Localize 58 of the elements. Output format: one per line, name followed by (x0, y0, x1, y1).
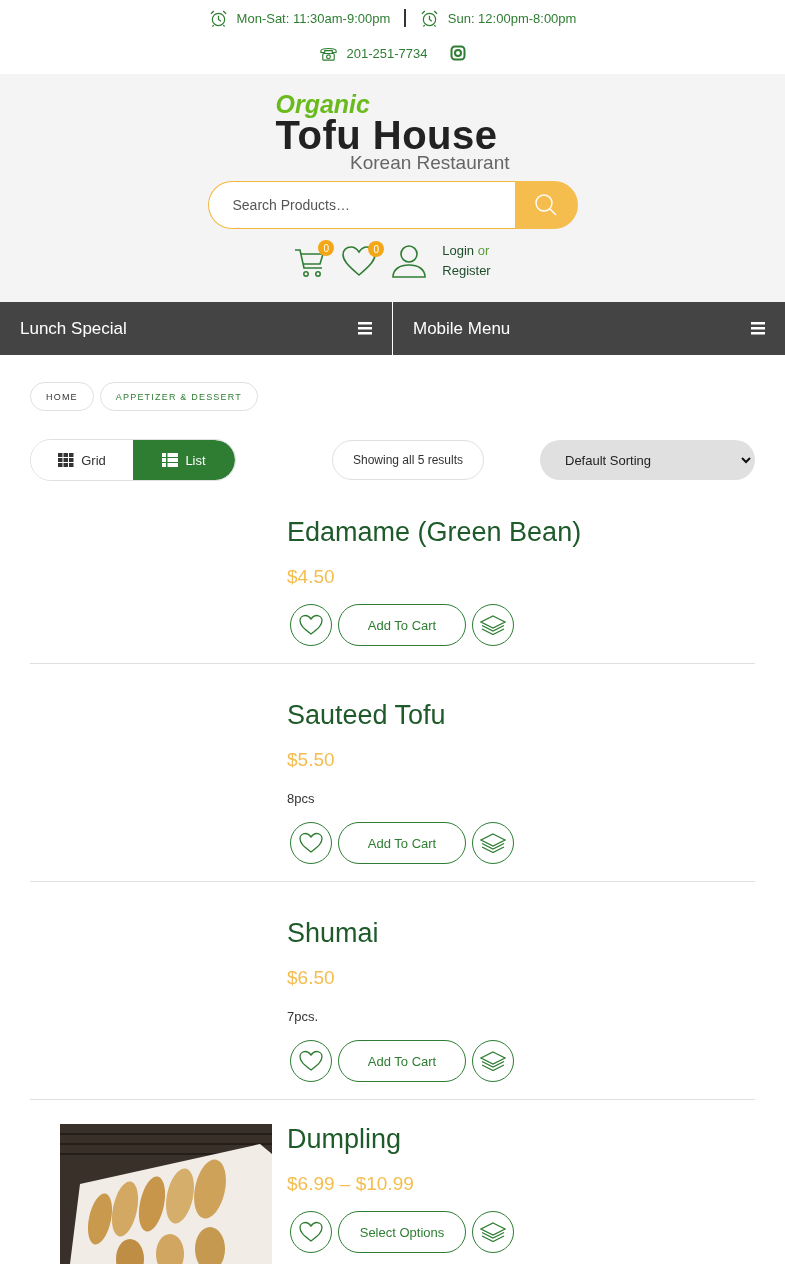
search-icon (534, 193, 558, 217)
product-price: $6.99 – $10.99 (287, 1173, 414, 1195)
product-title[interactable]: Edamame (Green Bean) (287, 517, 582, 548)
heart-icon (299, 614, 323, 636)
sorting-dropdown[interactable]: Default Sorting (540, 440, 755, 480)
product-description: 8pcs (287, 791, 315, 806)
product-title[interactable]: Dumpling (287, 1124, 402, 1155)
compare-button[interactable] (472, 1040, 514, 1082)
logo-subtitle: Korean Restaurant (350, 153, 510, 172)
add-to-cart-button[interactable]: Add To Cart (338, 1040, 466, 1082)
product-price: $4.50 (287, 566, 335, 588)
view-toggle-button[interactable]: List (133, 440, 235, 480)
heart-icon[interactable] (342, 245, 377, 277)
product-price: $6.50 (287, 967, 335, 989)
layers-icon (480, 615, 506, 635)
opening-hours: Sun: 12:00pm-8:00pm (447, 10, 577, 26)
phone-number[interactable]: 201-251-7734 (346, 45, 428, 61)
cart-count-badge: 0 (318, 240, 335, 256)
wishlist-count-badge: 0 (368, 241, 385, 257)
wishlist-button[interactable] (290, 1211, 332, 1253)
layers-icon (480, 1222, 506, 1242)
menu-title: Lunch Special (20, 318, 127, 339)
compare-button[interactable] (472, 822, 514, 864)
logo-tagline: Organic (275, 92, 371, 117)
layers-icon (480, 1051, 506, 1071)
compare-button[interactable] (472, 604, 514, 646)
list-icon (162, 453, 179, 467)
alarm-clock-icon (208, 9, 228, 27)
menu-icon (751, 322, 765, 335)
product-title[interactable]: Sauteed Tofu (287, 700, 446, 731)
menu-icon (358, 322, 372, 335)
search-field[interactable]: Search Products… (207, 181, 515, 229)
product-title[interactable]: Shumai (287, 918, 379, 949)
wishlist-button[interactable] (290, 604, 332, 646)
user-icon[interactable] (392, 244, 427, 278)
heart-icon (299, 1050, 323, 1072)
add-to-cart-button[interactable]: Add To Cart (338, 822, 466, 864)
grid-icon (58, 453, 75, 467)
product-description: 7pcs. (287, 1009, 319, 1024)
wishlist-button[interactable] (290, 822, 332, 864)
compare-button[interactable] (472, 1211, 514, 1253)
register-link[interactable]: Register (442, 263, 491, 278)
menu-bar[interactable]: Lunch Special (0, 302, 392, 355)
product-price: $5.50 (287, 749, 335, 771)
layers-icon (480, 833, 506, 853)
opening-hours: Mon-Sat: 11:30am-9:00pm (236, 10, 391, 26)
alarm-clock-icon (419, 9, 439, 27)
add-to-cart-button[interactable]: Select Options (338, 1211, 466, 1253)
menu-bar[interactable]: Mobile Menu (392, 302, 785, 355)
login-link[interactable]: Login (442, 243, 475, 258)
menu-title: Mobile Menu (413, 318, 511, 339)
heart-icon (299, 1221, 323, 1243)
instagram-icon[interactable] (450, 45, 467, 61)
wishlist-button[interactable] (290, 1040, 332, 1082)
add-to-cart-button[interactable]: Add To Cart (338, 604, 466, 646)
chevron-down-icon (741, 456, 751, 464)
or-text: or (477, 243, 490, 258)
heart-icon (299, 832, 323, 854)
